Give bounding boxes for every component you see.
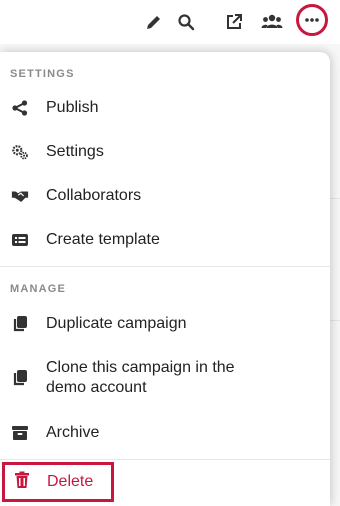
menu-item-label-line2: demo account: [46, 379, 147, 396]
menu-item-delete[interactable]: Delete: [2, 462, 114, 502]
collaborators-button[interactable]: [258, 8, 286, 36]
search-icon: [178, 14, 195, 31]
trash-icon: [14, 471, 30, 494]
handshake-icon: [11, 187, 29, 205]
menu-item-label: Publish: [46, 99, 99, 116]
edit-button[interactable]: [140, 8, 168, 36]
menu-item-collaborators[interactable]: Collaborators: [0, 178, 330, 214]
menu-item-settings[interactable]: Settings: [0, 134, 330, 170]
menu-divider: [0, 459, 330, 460]
menu-item-label: Settings: [46, 143, 104, 160]
menu-item-label: Clone this campaign in the demo account: [46, 358, 235, 398]
search-button[interactable]: [172, 8, 200, 36]
menu-divider: [0, 266, 330, 267]
menu-item-label-line1: Clone this campaign in the: [46, 359, 235, 376]
section-title-settings: SETTINGS: [10, 68, 75, 80]
pencil-icon: [147, 16, 160, 29]
gears-icon: [11, 143, 29, 161]
open-external-button[interactable]: [220, 8, 248, 36]
menu-item-label: Collaborators: [46, 187, 142, 204]
more-options-button[interactable]: [296, 4, 328, 36]
template-icon: [11, 231, 29, 249]
menu-item-publish[interactable]: Publish: [0, 90, 330, 126]
menu-item-label: Archive: [46, 424, 100, 441]
copy-icon: [11, 315, 29, 333]
menu-item-label: Duplicate campaign: [46, 315, 187, 332]
external-link-icon: [227, 14, 242, 29]
menu-item-create-template[interactable]: Create template: [0, 222, 330, 258]
toolbar: [0, 0, 340, 44]
section-title-manage: MANAGE: [10, 283, 67, 295]
more-icon: [305, 18, 319, 22]
share-icon: [11, 99, 29, 117]
archive-icon: [11, 424, 29, 442]
users-icon: [261, 14, 283, 28]
menu-item-label: Create template: [46, 231, 160, 248]
menu-item-clone-demo[interactable]: Clone this campaign in the demo account: [0, 355, 330, 401]
copy-icon: [11, 369, 29, 387]
delete-label: Delete: [47, 473, 94, 490]
menu-item-duplicate-campaign[interactable]: Duplicate campaign: [0, 306, 330, 342]
menu-item-archive[interactable]: Archive: [0, 415, 330, 451]
